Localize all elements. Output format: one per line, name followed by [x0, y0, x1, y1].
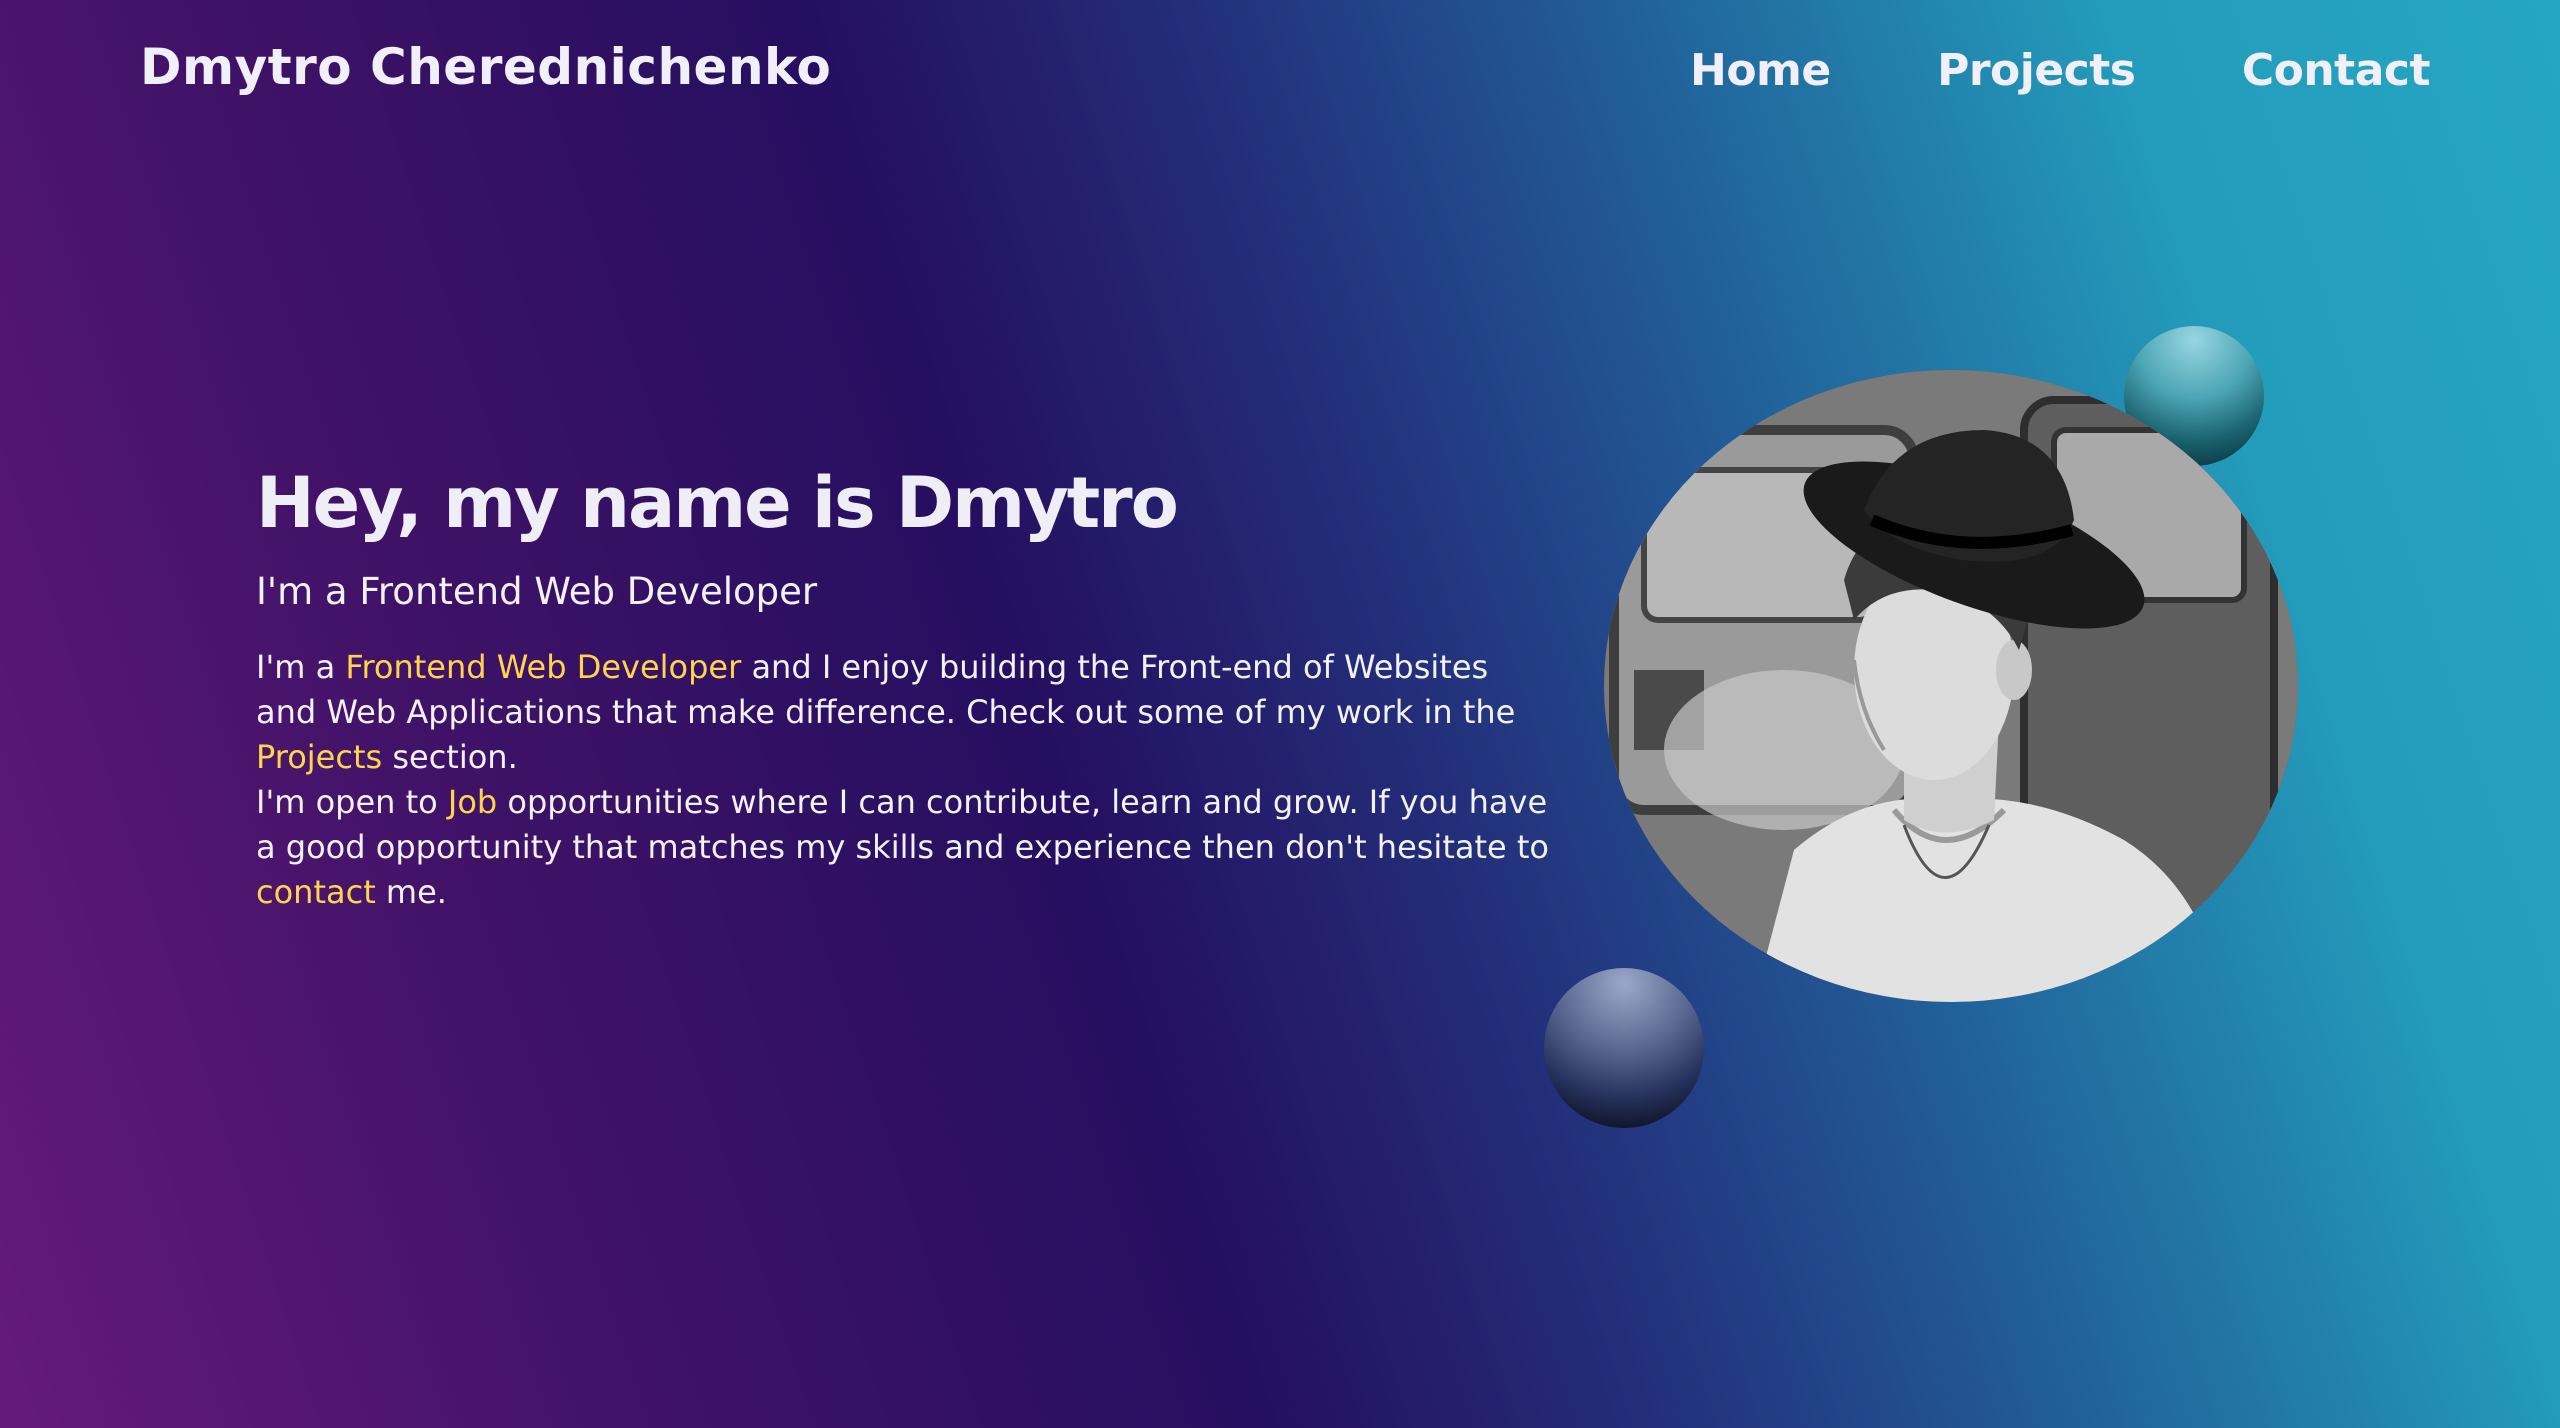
job-text-1: I'm open to — [256, 783, 448, 821]
main-nav: Home Projects Contact — [1690, 40, 2431, 100]
contact-inline-link[interactable]: contact — [256, 873, 376, 911]
intro-text-1: I'm a — [256, 648, 346, 686]
profile-photo — [1604, 370, 2298, 1002]
nav-projects-link[interactable]: Projects — [1937, 45, 2136, 96]
projects-inline-link[interactable]: Projects — [256, 738, 382, 776]
intro-text-3: section. — [382, 738, 518, 776]
job-inline-link[interactable]: Job — [448, 783, 497, 821]
nav-home-link[interactable]: Home — [1690, 45, 1831, 96]
nav-contact-link[interactable]: Contact — [2242, 45, 2431, 96]
profile-photo-illustration — [1604, 370, 2298, 1002]
hero-description: I'm a Frontend Web Developer and I enjoy… — [256, 645, 1556, 915]
hero-subtitle: I'm a Frontend Web Developer — [256, 570, 818, 613]
job-text-3: me. — [375, 873, 447, 911]
decorative-bubble-bottom — [1544, 968, 1704, 1128]
intro-paragraph: I'm a Frontend Web Developer and I enjoy… — [256, 645, 1556, 780]
job-paragraph: I'm open to Job opportunities where I ca… — [256, 780, 1556, 915]
brand-logo[interactable]: Dmytro Cherednichenko — [140, 38, 831, 96]
frontend-developer-link[interactable]: Frontend Web Developer — [345, 648, 741, 686]
hero-title: Hey, my name is Dmytro — [256, 462, 1179, 544]
